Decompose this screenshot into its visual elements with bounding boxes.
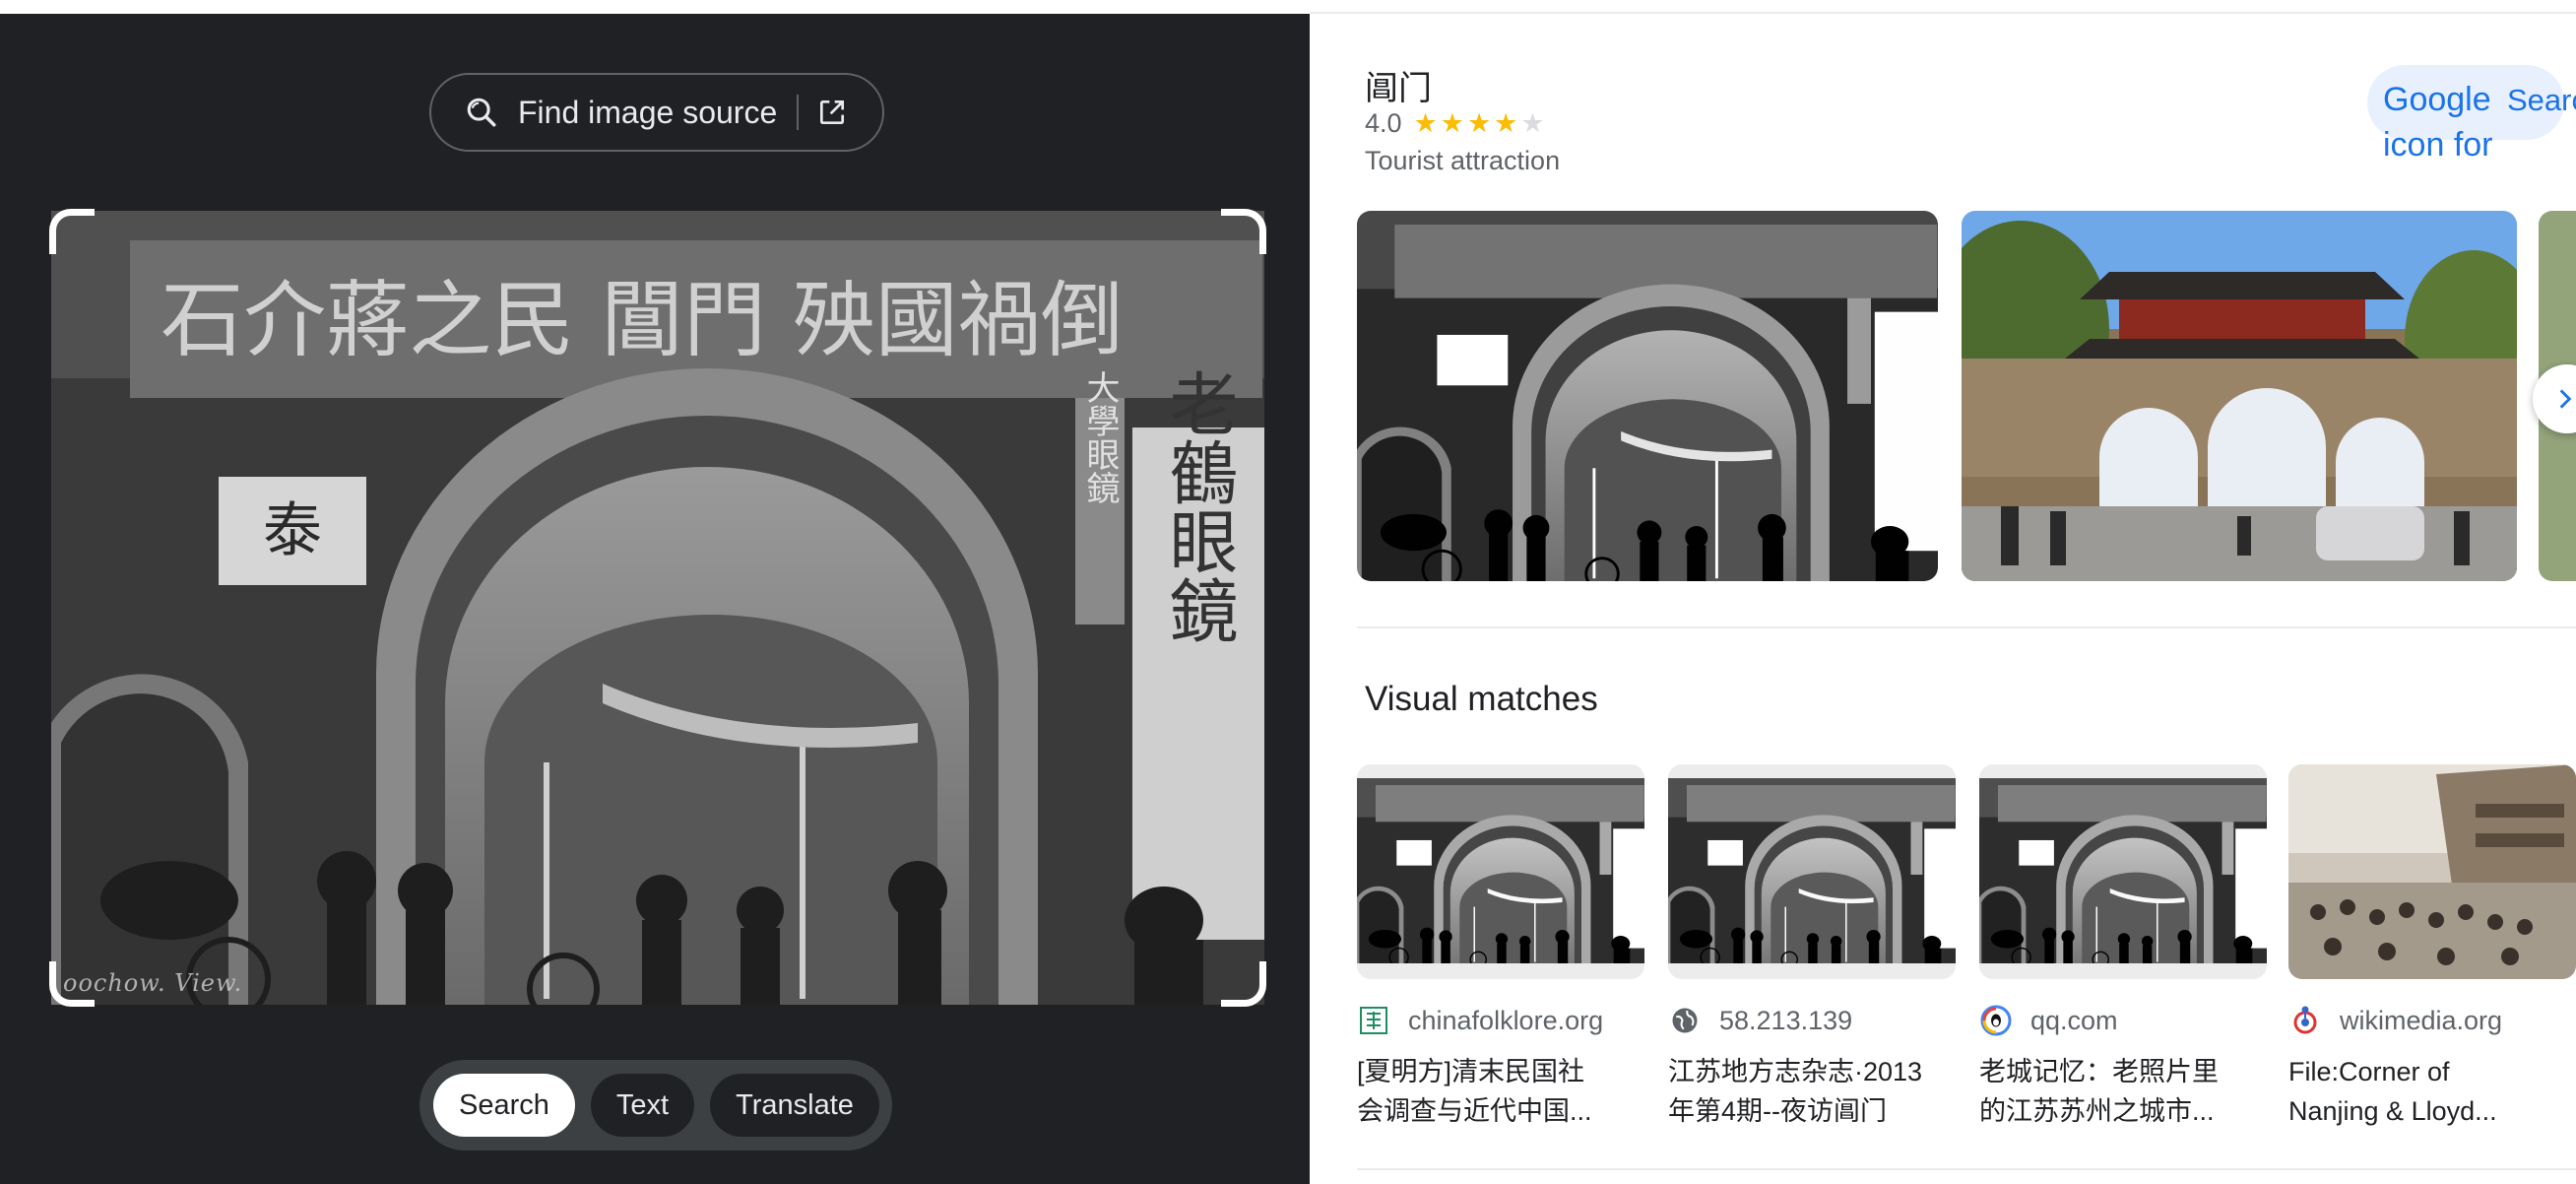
crop-handle-top-left[interactable] [49,209,95,254]
match-image [1979,764,2267,979]
rating-stars-icon: ★★★★★ [1413,108,1548,138]
lens-image-panel: Find image source 石介蔣之民 閶門 殃國禍倒 泰 老鶴眼鏡 大… [0,0,1310,1184]
visual-matches-heading: Visual matches [1365,680,1598,718]
open-in-new-icon [820,100,845,124]
match-thumbnail [1668,764,1956,979]
mode-search-button[interactable]: Search [433,1074,575,1137]
match-image [1668,764,1956,979]
google-icon-alt-text: Google icon for [2383,81,2493,164]
match-title[interactable]: 江苏地方志杂志·2013 年第4期--夜访阊门 [1668,1052,1956,1131]
match-title-line: 年第4期--夜访阊门 [1668,1096,1887,1126]
gate-photograph: 石介蔣之民 閶門 殃國禍倒 泰 老鶴眼鏡 大學眼鏡 [51,211,1264,1005]
chinafolklore-favicon-icon [1357,1004,1390,1037]
match-source: wikimedia.org [2288,1001,2576,1040]
match-domain: wikimedia.org [2340,1005,2503,1035]
match-title[interactable]: [夏明方]清末民国社 会调查与近代中国... [1357,1052,1644,1131]
selected-image-area[interactable]: 石介蔣之民 閶門 殃國禍倒 泰 老鶴眼鏡 大學眼鏡 oochow. View. [49,209,1266,1007]
globe-icon [1668,1004,1702,1037]
place-type: Tourist attraction [1365,146,1561,175]
place-title[interactable]: 阊门 [1365,61,1432,109]
top-divider [1310,12,2576,14]
results-panel: 阊门 4.0 ★★★★★ Tourist attraction Google i… [1310,0,2576,1184]
match-title-line: [夏明方]清末民国社 [1357,1057,1585,1086]
rating-value: 4.0 [1365,108,1402,138]
match-thumbnail [2288,764,2576,979]
place-image-historic[interactable] [1357,211,1938,581]
place-image-modern[interactable] [1962,211,2517,581]
match-title-line: 会调查与近代中国... [1357,1096,1592,1126]
match-domain: qq.com [2030,1005,2118,1035]
button-divider [797,95,800,130]
match-thumbnail [1979,764,2267,979]
mode-translate-button[interactable]: Translate [710,1074,879,1137]
match-title-line: 老城记忆：老照片里 [1979,1057,2219,1086]
side-sign-text: 大學眼鏡 [1080,370,1120,504]
match-source: qq.com [1979,1001,2267,1040]
match-domain: 58.213.139 [1719,1005,1853,1035]
wikimedia-favicon-icon [2288,1004,2322,1037]
match-title[interactable]: 老城记忆：老照片里 的江苏苏州之城市... [1979,1052,2267,1131]
match-thumbnail [1357,764,1644,979]
visual-match-card[interactable]: wikimedia.org File:Corner of Nanjing & L… [2288,764,2576,1131]
crop-handle-bottom-left[interactable] [49,961,95,1007]
match-title-line: File:Corner of [2288,1057,2450,1086]
section-divider [1357,626,2576,628]
plaque-text: 泰 [263,496,322,565]
chevron-right-icon [2559,389,2572,409]
historic-gate-thumbnail [1357,211,1938,581]
visual-match-card[interactable]: 58.213.139 江苏地方志杂志·2013 年第4期--夜访阊门 [1668,764,1956,1131]
lens-search-icon [467,98,496,127]
match-title-line: 的江苏苏州之城市... [1979,1096,2215,1126]
match-source: 58.213.139 [1668,1001,1956,1040]
modern-gate-photo [1962,211,2517,581]
banner-text: 石介蔣之民 閶門 殃國禍倒 [161,272,1123,368]
match-domain: chinafolklore.org [1408,1005,1604,1035]
find-image-source-label: Find image source [518,94,778,130]
lens-mode-bar: Search Text Translate [419,1060,892,1151]
crop-handle-top-right[interactable] [1221,209,1266,254]
visual-match-card[interactable]: chinafolklore.org [夏明方]清末民国社 会调查与近代中国... [1357,764,1644,1131]
shop-sign-text: 老鶴眼鏡 [1158,368,1239,644]
top-strip [0,0,1310,14]
mode-text-button[interactable]: Text [590,1074,695,1137]
place-rating: 4.0 ★★★★★ [1365,108,1548,139]
google-search-label: Search [2507,83,2576,117]
match-image [1357,764,1644,979]
find-image-source-button[interactable]: Find image source [429,73,884,152]
match-image [2288,764,2576,979]
qq-favicon-icon [1979,1004,2013,1037]
match-title[interactable]: File:Corner of Nanjing & Lloyd... [2288,1052,2576,1131]
bottom-divider [1357,1168,2576,1170]
match-title-line: Nanjing & Lloyd... [2288,1096,2497,1126]
visual-match-card[interactable]: qq.com 老城记忆：老照片里 的江苏苏州之城市... [1979,764,2267,1131]
google-search-button[interactable]: Google icon for Search [2367,65,2576,164]
match-title-line: 江苏地方志杂志·2013 [1668,1057,1923,1086]
match-source: chinafolklore.org [1357,1001,1644,1040]
crop-handle-bottom-right[interactable] [1221,961,1266,1007]
